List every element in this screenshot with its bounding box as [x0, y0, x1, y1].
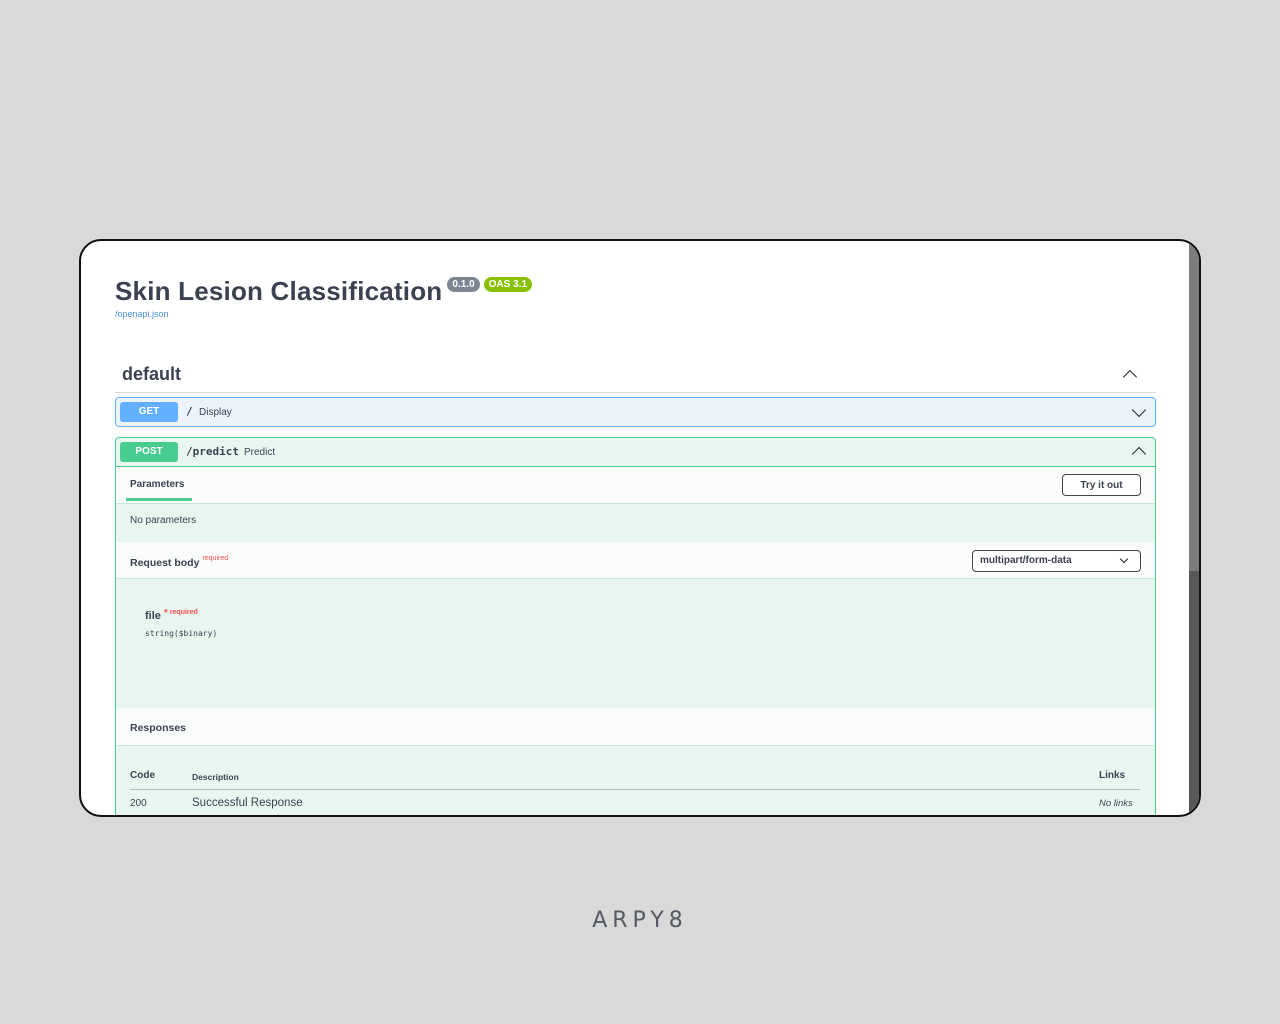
required-label: required — [169, 609, 198, 616]
operation-summary: Predict — [244, 447, 276, 458]
tag-section-default[interactable]: default — [115, 355, 1156, 393]
method-badge-get: GET — [120, 402, 178, 422]
responses-header: Responses — [116, 708, 1155, 746]
operation-path: /predict — [186, 445, 239, 458]
chevron-down-icon — [1119, 554, 1129, 564]
vertical-scrollbar[interactable] — [1189, 241, 1199, 815]
response-description: Successful Response — [192, 797, 303, 809]
column-header-code: Code — [130, 770, 155, 781]
operation-summary: Display — [199, 407, 232, 418]
parameters-header: Parameters Try it out — [116, 467, 1155, 504]
version-badge: 0.1.0 — [447, 277, 480, 292]
no-parameters-text: No parameters — [130, 515, 197, 526]
brand-logo: ARPY8 — [592, 908, 688, 933]
chevron-up-icon[interactable] — [1131, 446, 1147, 462]
openapi-json-link[interactable]: /openapi.json — [115, 309, 169, 319]
required-star: * — [163, 608, 168, 619]
scrollbar-thumb[interactable] — [1189, 241, 1199, 571]
responses-label: Responses — [130, 722, 187, 734]
content-type-value: multipart/form-data — [980, 555, 1072, 566]
response-code: 200 — [130, 798, 147, 809]
chevron-down-icon[interactable] — [1131, 402, 1147, 418]
swagger-ui: Skin Lesion Classification 0.1.0 OAS 3.1… — [81, 241, 1191, 815]
operation-path: / — [186, 405, 193, 418]
api-info: Skin Lesion Classification 0.1.0 OAS 3.1 — [115, 274, 533, 308]
column-header-links: Links — [1099, 770, 1126, 781]
page-title: Skin Lesion Classification — [115, 276, 443, 306]
required-marker: required — [202, 555, 229, 562]
response-links: No links — [1099, 798, 1133, 809]
request-body-label: Request body required — [130, 555, 229, 569]
oas-badge: OAS 3.1 — [483, 277, 533, 292]
operation-header[interactable]: POST /predict Predict — [116, 438, 1155, 467]
tag-name: default — [122, 364, 182, 384]
try-it-out-button[interactable]: Try it out — [1062, 474, 1141, 496]
operation-post-predict: POST /predict Predict Parameters Try it … — [115, 437, 1156, 815]
method-badge-post: POST — [120, 442, 178, 462]
tab-parameters[interactable]: Parameters — [130, 479, 184, 490]
request-body-header: Request body required multipart/form-data — [116, 542, 1155, 579]
chevron-up-icon[interactable] — [1122, 369, 1138, 385]
table-divider — [130, 789, 1140, 790]
file-field-name: file * required — [145, 608, 198, 622]
column-header-description: Description — [192, 772, 239, 782]
file-field-type: string($binary) — [145, 629, 218, 638]
active-tab-indicator — [126, 498, 192, 501]
content-type-select[interactable]: multipart/form-data — [972, 550, 1141, 572]
operation-get-root[interactable]: GET / Display — [115, 397, 1156, 427]
browser-window: Skin Lesion Classification 0.1.0 OAS 3.1… — [79, 239, 1201, 817]
